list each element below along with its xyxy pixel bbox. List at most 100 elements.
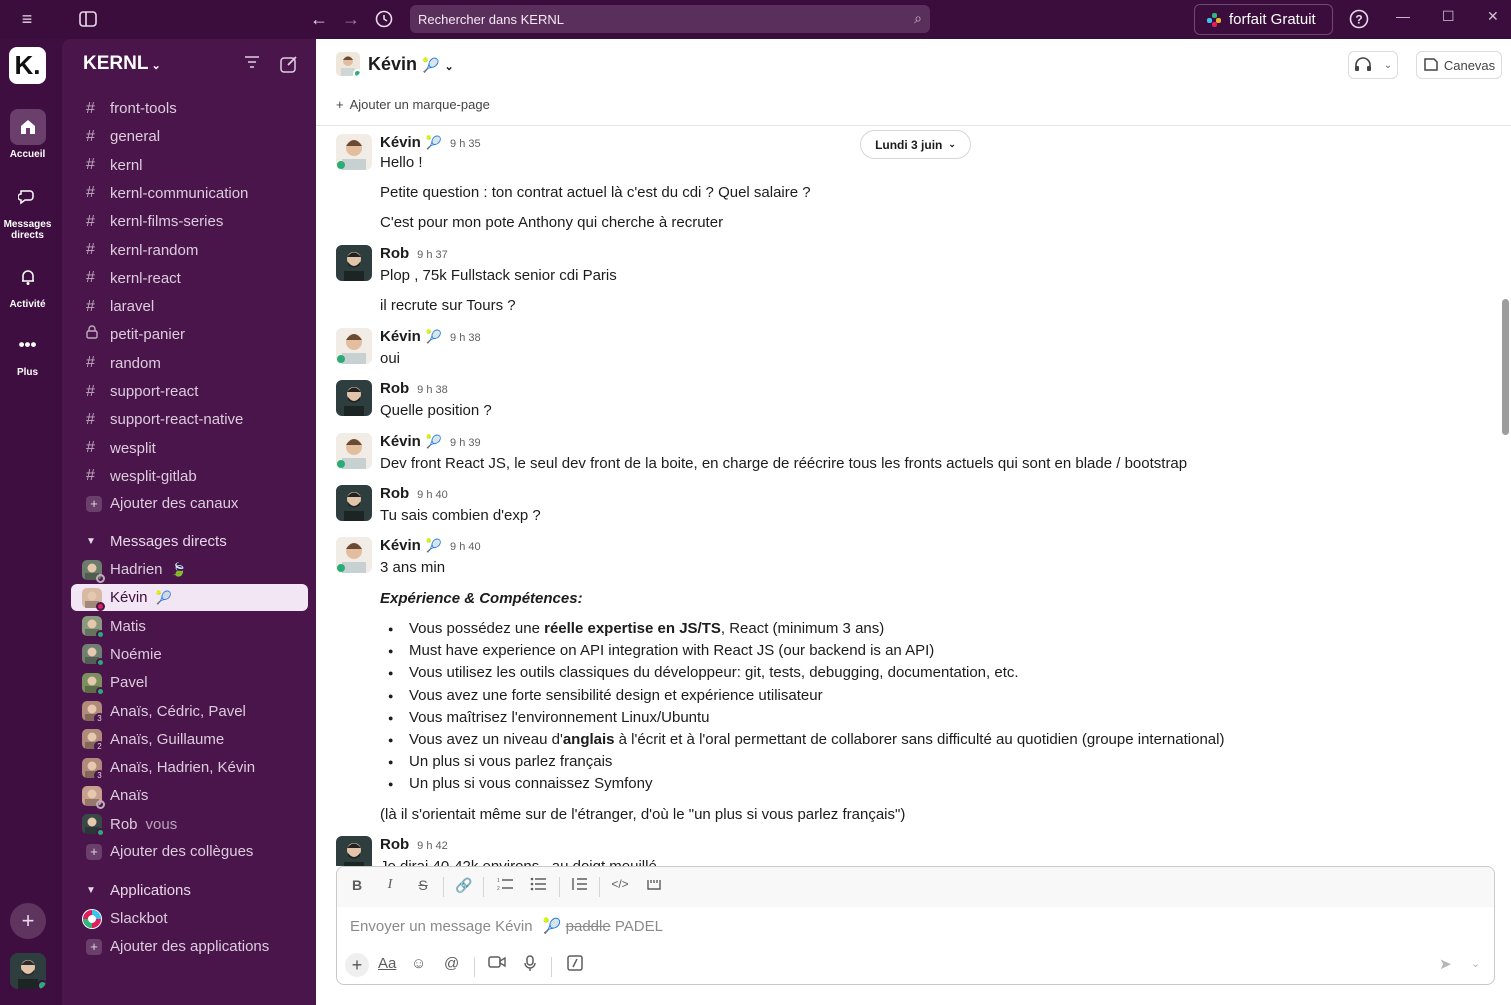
rail-more[interactable]: ••• Plus [0, 327, 55, 378]
add-channels-button[interactable]: + Ajouter des canaux [71, 490, 308, 517]
bullet-list-icon[interactable] [528, 877, 548, 894]
channel-item-support-react[interactable]: # support-react [71, 378, 308, 405]
author-avatar[interactable] [336, 328, 372, 364]
help-icon[interactable]: ? [1345, 5, 1373, 33]
huddle-button[interactable]: ⌄ [1348, 51, 1398, 79]
channel-item-wesplit-gitlab[interactable]: # wesplit-gitlab [71, 463, 308, 490]
channel-item-kernl-films-series[interactable]: # kernl-films-series [71, 208, 308, 235]
timestamp[interactable]: 9 h 35 [450, 138, 481, 150]
formatting-toggle-button[interactable]: Aa [378, 955, 396, 972]
rail-activity[interactable]: Activité [0, 259, 55, 310]
microphone-icon[interactable] [524, 955, 536, 975]
channel-item-general[interactable]: # general [71, 123, 308, 150]
date-divider-button[interactable]: Lundi 3 juin ⌄ [860, 130, 971, 159]
author-name[interactable]: Rob [380, 245, 409, 262]
dm-item[interactable]: 3 Anaïs, Hadrien, Kévin [71, 754, 308, 781]
add-bookmark-button[interactable]: + Ajouter un marque-page [336, 97, 490, 112]
add-apps-button[interactable]: + Ajouter des applications [71, 933, 308, 960]
italic-icon[interactable]: I [380, 877, 400, 893]
dm-item[interactable]: Matis [71, 613, 308, 640]
user-avatar[interactable] [10, 953, 46, 989]
close-icon[interactable]: ✕ [1487, 8, 1499, 25]
author-avatar[interactable] [336, 134, 372, 170]
channel-item-kernl[interactable]: # kernl [71, 152, 308, 179]
mention-icon[interactable]: @ [444, 955, 459, 972]
dm-item[interactable]: Pavel [71, 669, 308, 696]
channel-item-wesplit[interactable]: # wesplit [71, 435, 308, 462]
dm-item[interactable]: Hadrien 🍃 [71, 556, 308, 583]
author-name[interactable]: Rob [380, 836, 409, 853]
search-input[interactable]: Rechercher dans KERNL ⌕ [410, 5, 930, 33]
app-item-slackbot[interactable]: Slackbot [71, 905, 308, 932]
rail-home[interactable]: Accueil [0, 109, 55, 160]
video-icon[interactable] [488, 955, 506, 973]
dm-item[interactable]: 3 Anaïs, Cédric, Pavel [71, 698, 308, 725]
menu-icon[interactable]: ≡ [13, 5, 41, 33]
channel-item-petit-panier[interactable]: petit-panier [71, 321, 308, 348]
workspace-name-button[interactable]: KERNL ⌄ [83, 53, 161, 75]
filter-icon[interactable] [244, 55, 260, 74]
send-icon[interactable]: ➤ [1439, 955, 1452, 973]
code-block-icon[interactable] [644, 877, 664, 894]
minimize-icon[interactable]: — [1396, 8, 1410, 24]
timestamp[interactable]: 9 h 37 [417, 249, 448, 261]
author-avatar[interactable] [336, 836, 372, 866]
add-workspace-button[interactable]: + [10, 903, 46, 939]
sidebar-toggle-icon[interactable] [74, 5, 102, 33]
add-colleagues-button[interactable]: + Ajouter des collègues [71, 838, 308, 865]
channel-item-random[interactable]: # random [71, 350, 308, 377]
author-avatar[interactable] [336, 485, 372, 521]
rail-dms[interactable]: Messages directs [0, 179, 55, 241]
author-name[interactable]: Rob [380, 380, 409, 397]
author-avatar[interactable] [336, 245, 372, 281]
ordered-list-icon[interactable]: 12 [495, 877, 515, 894]
code-icon[interactable]: </> [610, 877, 630, 891]
apps-section-header[interactable]: ▼ Applications [71, 877, 308, 904]
history-icon[interactable] [370, 5, 398, 33]
timestamp[interactable]: 9 h 39 [450, 437, 481, 449]
author-avatar[interactable] [336, 537, 372, 573]
attach-plus-button[interactable]: + [345, 953, 369, 977]
blockquote-icon[interactable] [569, 877, 589, 894]
scrollbar[interactable] [1502, 299, 1509, 435]
strikethrough-icon[interactable]: S [413, 877, 433, 893]
author-name[interactable]: Kévin [380, 328, 421, 345]
bold-icon[interactable]: B [347, 877, 367, 893]
author-name[interactable]: Kévin [380, 433, 421, 450]
message-input[interactable]: Envoyer un message Kévin 🎾 paddle PADEL [350, 917, 663, 935]
maximize-icon[interactable]: ☐ [1442, 8, 1455, 25]
timestamp[interactable]: 9 h 42 [417, 840, 448, 852]
back-arrow-icon[interactable]: ← [305, 5, 333, 33]
channel-item-laravel[interactable]: # laravel [71, 293, 308, 320]
author-avatar[interactable] [336, 433, 372, 469]
channel-item-support-react-native[interactable]: # support-react-native [71, 406, 308, 433]
timestamp[interactable]: 9 h 40 [450, 541, 481, 553]
channel-title-button[interactable]: Kévin 🎾 ⌄ [368, 54, 454, 75]
channel-item-kernl-react[interactable]: # kernl-react [71, 265, 308, 292]
timestamp[interactable]: 9 h 40 [417, 489, 448, 501]
channel-item-kernl-communication[interactable]: # kernl-communication [71, 180, 308, 207]
channel-item-kernl-random[interactable]: # kernl-random [71, 237, 308, 264]
link-icon[interactable]: 🔗 [454, 877, 474, 894]
dm-item[interactable]: Kévin 🎾 [71, 584, 308, 612]
dm-item[interactable]: Rob vous [71, 811, 308, 838]
author-name[interactable]: Kévin [380, 537, 421, 554]
shortcut-icon[interactable] [567, 955, 583, 975]
dm-item[interactable]: Anaïs [71, 782, 308, 809]
chevron-down-icon[interactable]: ⌄ [1471, 957, 1480, 970]
timestamp[interactable]: 9 h 38 [417, 384, 448, 396]
dm-item[interactable]: 2 Anaïs, Guillaume [71, 726, 308, 753]
author-name[interactable]: Kévin [380, 134, 421, 151]
forward-arrow-icon[interactable]: → [337, 5, 365, 33]
dm-section-header[interactable]: ▼ Messages directs [71, 528, 308, 555]
dm-item[interactable]: Noémie [71, 641, 308, 668]
author-name[interactable]: Rob [380, 485, 409, 502]
emoji-icon[interactable]: ☺ [411, 955, 426, 972]
workspace-logo[interactable]: K. [9, 47, 46, 84]
compose-icon[interactable] [280, 55, 298, 78]
canvas-button[interactable]: Canevas [1416, 51, 1502, 79]
author-avatar[interactable] [336, 380, 372, 416]
channel-item-front-tools[interactable]: # front-tools [71, 95, 308, 122]
forfait-button[interactable]: forfait Gratuit [1194, 4, 1333, 35]
timestamp[interactable]: 9 h 38 [450, 332, 481, 344]
